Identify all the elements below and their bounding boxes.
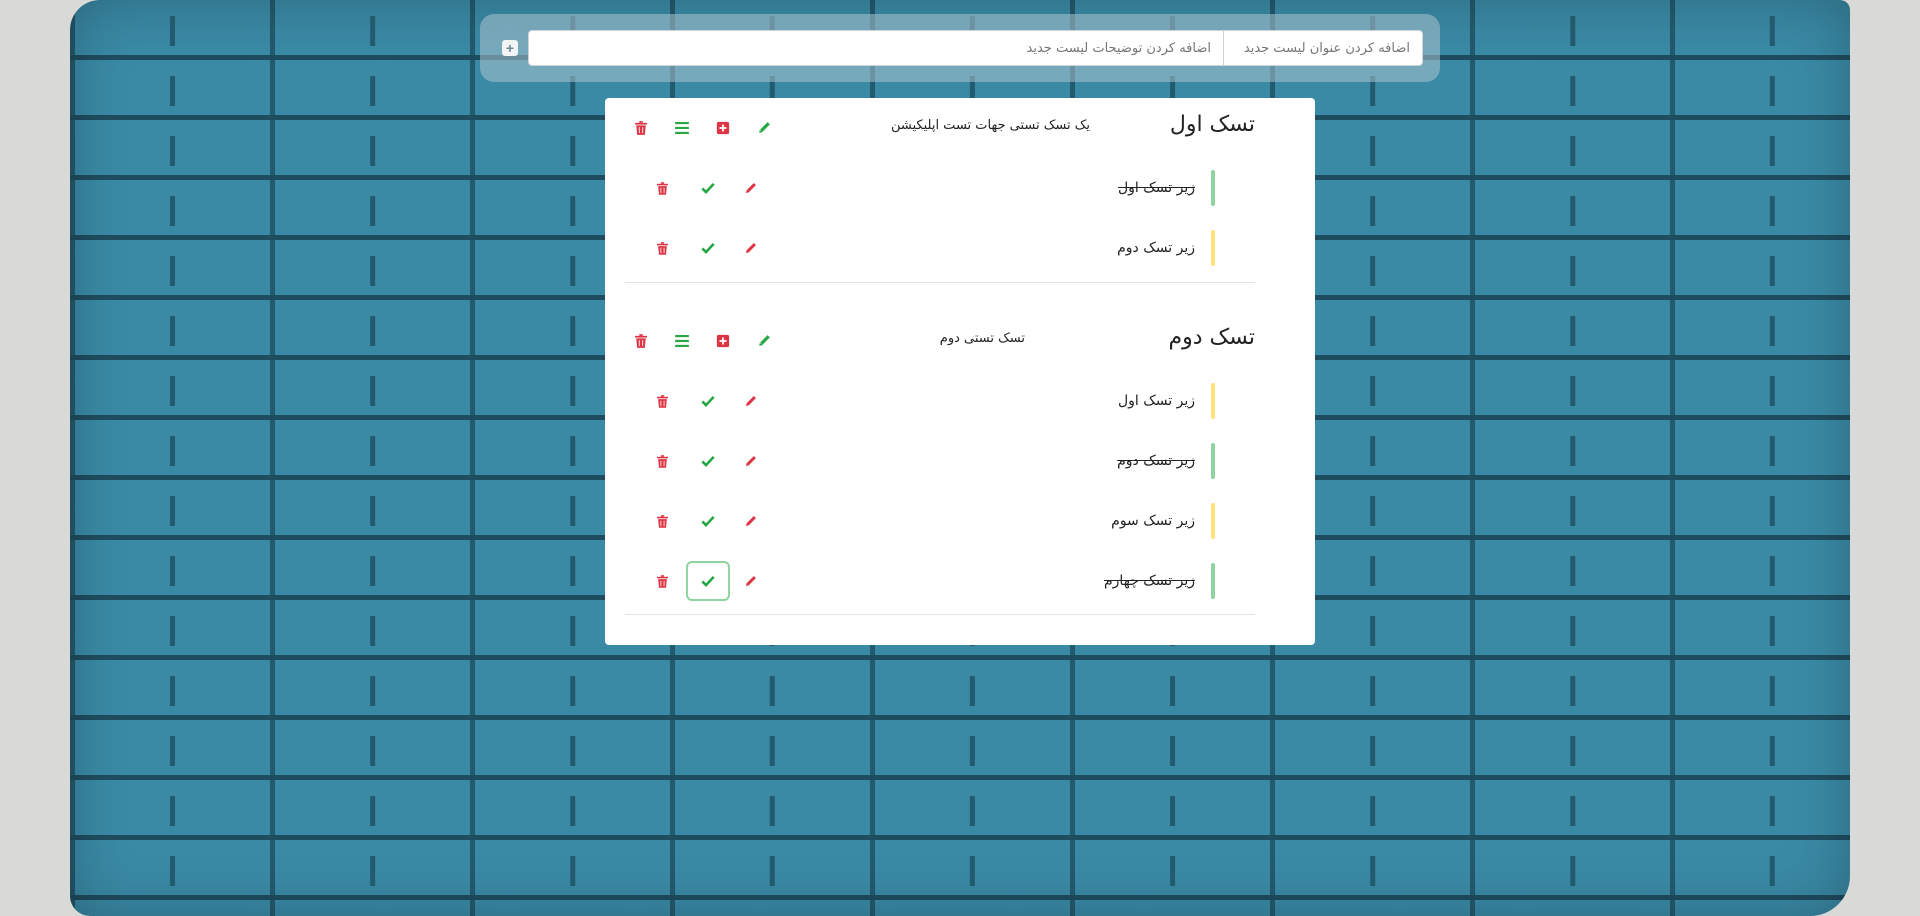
- edit-icon: [745, 182, 756, 193]
- trash-icon: [635, 121, 647, 135]
- subtask-label: زیر تسک دوم: [1117, 240, 1195, 256]
- trash-icon: [656, 454, 668, 468]
- delete-subtask-button[interactable]: [651, 177, 673, 199]
- subtask-row: زیر تسک اول: [625, 381, 1255, 421]
- trash-icon: [656, 181, 668, 195]
- subtask-label: زیر تسک سوم: [1111, 513, 1195, 529]
- check-icon: [701, 455, 715, 467]
- plus-square-icon: [716, 121, 730, 135]
- list-menu-button[interactable]: [671, 117, 693, 139]
- trash-icon: [656, 574, 668, 588]
- subtask-row: زیر تسک اول: [625, 168, 1255, 208]
- subtask-label: زیر تسک اول: [1117, 180, 1195, 196]
- complete-subtask-button[interactable]: [697, 450, 719, 472]
- task-divider: [625, 282, 1255, 283]
- list-icon: [675, 122, 689, 134]
- subtask-row: زیر تسک چهارم: [625, 561, 1255, 601]
- plus-square-icon: [716, 334, 730, 348]
- new-list-title-input[interactable]: [1223, 30, 1423, 66]
- list-icon: [675, 335, 689, 347]
- edit-icon: [759, 335, 770, 346]
- task-lists-card: تسک اول یک تسک تستی جهات تست اپلیکیشن زی…: [605, 98, 1315, 645]
- subtask-label: زیر تسک دوم: [1117, 453, 1195, 469]
- edit-subtask-button[interactable]: [739, 390, 761, 412]
- new-list-description-input[interactable]: [528, 30, 1224, 66]
- task-title: تسک اول: [1169, 112, 1255, 137]
- subtask-row: زیر تسک دوم: [625, 228, 1255, 268]
- check-icon: [701, 395, 715, 407]
- subtask-label: زیر تسک چهارم: [1104, 573, 1195, 589]
- subtask-status-bar: [1211, 503, 1215, 539]
- add-list-button[interactable]: +: [502, 40, 518, 56]
- trash-icon: [656, 241, 668, 255]
- edit-icon: [759, 122, 770, 133]
- subtask-row: زیر تسک دوم: [625, 441, 1255, 481]
- edit-subtask-button[interactable]: [739, 510, 761, 532]
- new-list-bar: +: [480, 14, 1440, 82]
- delete-subtask-button[interactable]: [651, 450, 673, 472]
- delete-task-button[interactable]: [630, 117, 652, 139]
- complete-subtask-button[interactable]: [686, 561, 730, 601]
- delete-subtask-button[interactable]: [651, 237, 673, 259]
- list-menu-button[interactable]: [671, 330, 693, 352]
- subtask-status-bar: [1211, 443, 1215, 479]
- add-subtask-button[interactable]: [712, 330, 734, 352]
- edit-subtask-button[interactable]: [739, 177, 761, 199]
- check-icon: [701, 515, 715, 527]
- check-icon: [701, 575, 715, 587]
- edit-task-button[interactable]: [753, 330, 775, 352]
- task-description: یک تسک تستی جهات تست اپلیکیشن: [891, 118, 1090, 133]
- subtask-row: زیر تسک سوم: [625, 501, 1255, 541]
- complete-subtask-button[interactable]: [697, 177, 719, 199]
- task-description: تسک تستی دوم: [939, 331, 1025, 346]
- delete-subtask-button[interactable]: [651, 390, 673, 412]
- complete-subtask-button[interactable]: [697, 390, 719, 412]
- task-title: تسک دوم: [1168, 325, 1255, 350]
- edit-subtask-button[interactable]: [739, 570, 761, 592]
- check-icon: [701, 182, 715, 194]
- delete-subtask-button[interactable]: [651, 510, 673, 532]
- edit-icon: [745, 395, 756, 406]
- add-subtask-button[interactable]: [712, 117, 734, 139]
- edit-icon: [745, 242, 756, 253]
- complete-subtask-button[interactable]: [697, 510, 719, 532]
- trash-icon: [656, 394, 668, 408]
- edit-icon: [745, 455, 756, 466]
- subtask-status-bar: [1211, 383, 1215, 419]
- plus-square-icon: +: [505, 40, 515, 56]
- subtask-label: زیر تسک اول: [1117, 393, 1195, 409]
- delete-task-button[interactable]: [630, 330, 652, 352]
- delete-subtask-button[interactable]: [651, 570, 673, 592]
- subtask-status-bar: [1211, 563, 1215, 599]
- complete-subtask-button[interactable]: [697, 237, 719, 259]
- edit-icon: [745, 575, 756, 586]
- trash-icon: [635, 334, 647, 348]
- check-icon: [701, 242, 715, 254]
- task-divider: [625, 614, 1255, 615]
- edit-icon: [745, 515, 756, 526]
- edit-subtask-button[interactable]: [739, 450, 761, 472]
- trash-icon: [656, 514, 668, 528]
- subtask-status-bar: [1211, 230, 1215, 266]
- subtask-status-bar: [1211, 170, 1215, 206]
- edit-subtask-button[interactable]: [739, 237, 761, 259]
- edit-task-button[interactable]: [753, 117, 775, 139]
